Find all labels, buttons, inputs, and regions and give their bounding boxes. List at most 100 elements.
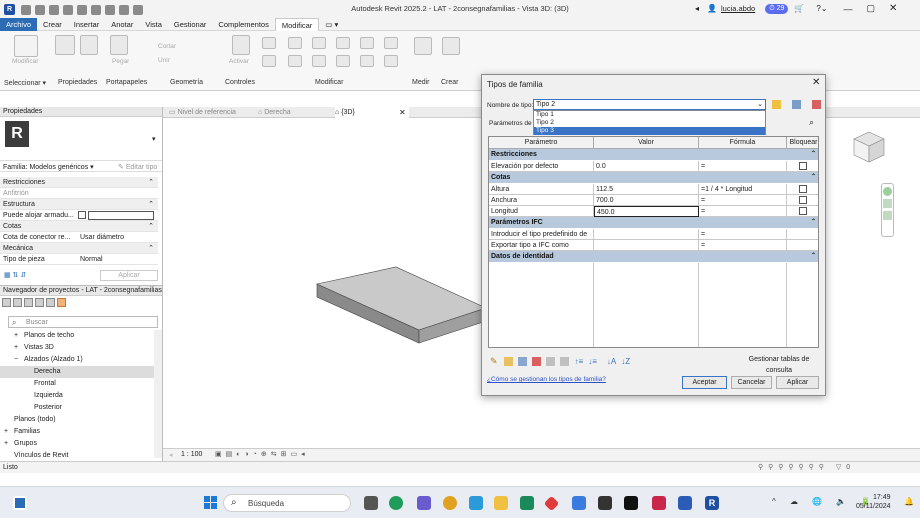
tab-anotar[interactable]: Anotar <box>105 18 139 31</box>
notifications-badge[interactable]: ⏱ 29 <box>765 3 789 14</box>
browser-item[interactable]: Planos (todo) <box>0 414 154 426</box>
pin-icon[interactable] <box>360 55 374 67</box>
param-formula-cell[interactable]: = <box>699 240 787 251</box>
undo-icon[interactable] <box>49 4 59 15</box>
type-option-highlighted[interactable]: Tipo 3 <box>534 127 765 135</box>
properties-icon[interactable] <box>55 35 75 55</box>
browser-item[interactable]: Posterior <box>0 402 154 414</box>
view-tab-derecha[interactable]: ⌂ Derecha <box>258 107 334 118</box>
close-view-icon[interactable]: ✕ <box>399 107 406 118</box>
param-group-header[interactable]: Restricciones ⌃ <box>489 149 818 160</box>
new-type-icon[interactable] <box>772 100 781 109</box>
view-tab-3d[interactable]: ⌂ {3D} ✕ <box>335 107 409 118</box>
revit-logo-icon[interactable]: R <box>4 4 15 15</box>
edit-type-button[interactable]: ✎ Editar tipo <box>118 163 157 171</box>
close-window-icon[interactable]: ✕ <box>889 3 897 14</box>
alojar-armadura-checkbox[interactable] <box>78 211 86 219</box>
lock-checkbox[interactable] <box>799 162 807 170</box>
edit-pencil-icon[interactable]: ✎ <box>490 356 498 367</box>
browser-item[interactable]: + Grupos <box>0 438 154 450</box>
teams-icon[interactable] <box>417 496 431 510</box>
user-icon[interactable]: 👤 <box>707 4 717 13</box>
edge-icon[interactable] <box>520 496 534 510</box>
task-view-icon[interactable] <box>364 496 378 510</box>
param-value-cell[interactable]: 112.5 <box>594 184 699 195</box>
param-formula-cell[interactable]: = <box>699 161 787 172</box>
param-formula-cell[interactable]: = <box>699 195 787 206</box>
taskbar-search-input[interactable]: ⌕ Búsqueda <box>223 494 351 512</box>
word-icon[interactable] <box>678 496 692 510</box>
expand-toggle-icon[interactable]: + <box>14 342 18 354</box>
browser-tool-icon[interactable] <box>35 298 44 307</box>
create-tool-icon[interactable] <box>442 37 460 55</box>
expand-toggle-icon[interactable]: + <box>4 438 8 450</box>
lock-checkbox[interactable] <box>799 185 807 193</box>
minimize-icon[interactable]: — <box>844 4 853 14</box>
param-group-header[interactable]: Datos de identidad ⌃ <box>489 251 818 262</box>
sort-desc-icon[interactable]: ↓Z <box>621 357 630 366</box>
type-option[interactable]: Tipo 2 <box>534 119 765 127</box>
measure-tool-icon[interactable] <box>414 37 432 55</box>
param-group-header[interactable]: Parámetros IFC ⌃ <box>489 217 818 228</box>
windows-start-icon[interactable] <box>204 496 217 509</box>
family-selector[interactable]: Familia: Modelos genéricos ▾ <box>3 163 94 171</box>
tab-modificar[interactable]: Modificar <box>274 17 320 31</box>
browser-item[interactable]: − Alzados (Alzado 1) <box>0 354 154 366</box>
scroll-left-icon[interactable]: ◂ <box>169 451 173 459</box>
move-down-icon[interactable]: ↓≡ <box>588 357 597 366</box>
param-formula-cell[interactable]: = <box>699 206 787 217</box>
view-tab-nivel[interactable]: ▭ Nivel de referencia <box>169 107 253 118</box>
category-cotas[interactable]: Cotas ⌃ <box>0 221 158 232</box>
property-value[interactable]: Usar diámetro <box>80 232 124 243</box>
cancel-button[interactable]: Cancelar <box>731 376 772 389</box>
category-mecanica[interactable]: Mecánica ⌃ <box>0 243 158 254</box>
3d-view-icon[interactable] <box>119 4 129 15</box>
property-value[interactable]: Normal <box>80 254 103 265</box>
maximize-icon[interactable]: ▢ <box>867 3 876 14</box>
file-explorer-icon[interactable] <box>494 496 508 510</box>
paste-icon[interactable] <box>110 35 128 55</box>
apply-dialog-button[interactable]: Aplicar <box>776 376 819 389</box>
param-group-header[interactable]: Cotas ⌃ <box>489 172 818 183</box>
activate-icon[interactable] <box>232 35 250 55</box>
cart-icon[interactable]: 🛒 <box>794 4 804 13</box>
delete-parameter-icon[interactable] <box>531 357 541 366</box>
type-name-select[interactable]: Tipo 2 ⌄ <box>533 99 766 110</box>
copy-parameter-icon[interactable] <box>559 357 569 366</box>
chrome-icon[interactable] <box>443 496 457 510</box>
tab-options-icon[interactable]: ▭ ▾ <box>319 18 344 31</box>
close-dialog-icon[interactable]: ✕ <box>812 77 820 88</box>
print-icon[interactable] <box>77 4 87 15</box>
browser-scrollbar[interactable] <box>154 330 162 458</box>
store-icon[interactable] <box>572 496 586 510</box>
browser-item[interactable]: + Familias <box>0 426 154 438</box>
category-restricciones[interactable]: Restricciones ⌃ <box>0 177 158 188</box>
type-selector-chevron-icon[interactable]: ▾ <box>152 135 156 143</box>
lock-checkbox[interactable] <box>799 196 807 204</box>
copy-icon[interactable] <box>360 37 374 49</box>
col-parametro[interactable]: Parámetro <box>489 137 594 149</box>
split-icon[interactable] <box>288 55 302 67</box>
unir-label[interactable]: Unir <box>158 57 170 64</box>
app-icon[interactable] <box>469 496 483 510</box>
browser-search-input[interactable]: ⌕ Buscar <box>8 316 158 328</box>
lock-checkbox[interactable] <box>799 207 807 215</box>
param-value-cell[interactable]: 450.0 <box>594 206 699 217</box>
app-dark-icon[interactable] <box>598 496 612 510</box>
browser-tool-icon[interactable] <box>2 298 11 307</box>
sort-asc-icon[interactable]: ↓A <box>607 357 616 366</box>
whatsapp-icon[interactable] <box>389 496 403 510</box>
app-diamond-icon[interactable] <box>543 495 560 512</box>
new-parameter-icon[interactable] <box>503 357 513 366</box>
type-option[interactable]: Tipo 1 <box>534 111 765 119</box>
param-value-cell[interactable] <box>594 229 699 240</box>
revit-taskbar-icon[interactable]: R <box>705 496 719 510</box>
category-estructura[interactable]: Estructura ⌃ <box>0 199 158 210</box>
apply-button[interactable]: Aplicar <box>100 270 158 281</box>
scale-icon[interactable] <box>336 55 350 67</box>
back-icon[interactable]: ◂ <box>695 4 699 13</box>
tab-vista[interactable]: Vista <box>139 18 168 31</box>
browser-tool-icon[interactable] <box>46 298 55 307</box>
save-icon[interactable] <box>35 4 45 15</box>
type-properties-icon[interactable] <box>80 35 98 55</box>
